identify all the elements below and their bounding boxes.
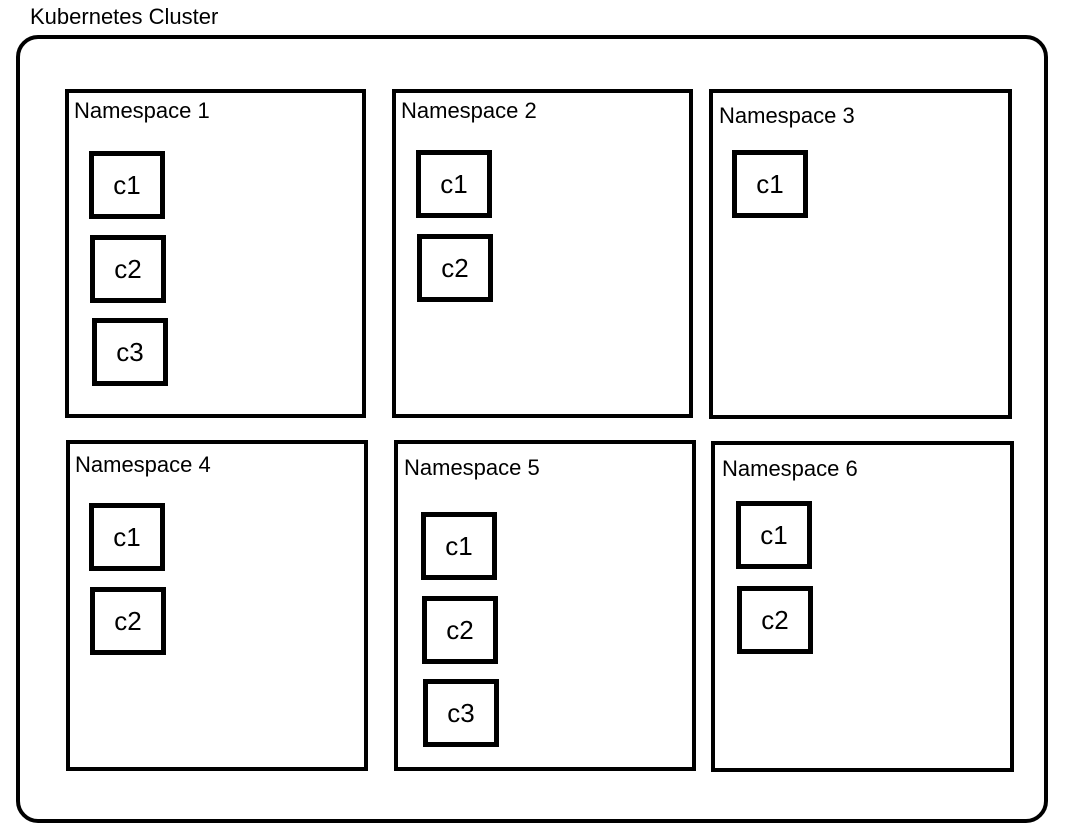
cluster-title: Kubernetes Cluster (30, 4, 219, 29)
namespace-3-label: Namespace 3 (719, 103, 855, 128)
namespace-1-container-c3: c3 (92, 318, 168, 386)
namespace-3-container-c1: c1 (732, 150, 808, 218)
namespace-2-container-c2: c2 (417, 234, 493, 302)
namespace-5-container-c2: c2 (422, 596, 498, 664)
namespace-5-label: Namespace 5 (404, 455, 540, 480)
namespace-3-box: Namespace 3 c1 (709, 89, 1012, 419)
namespace-5-container-c3: c3 (423, 679, 499, 747)
namespace-1-box: Namespace 1 c1 c2 c3 (65, 89, 366, 418)
namespace-2-container-c1: c1 (416, 150, 492, 218)
namespace-6-container-c2: c2 (737, 586, 813, 654)
namespace-4-container-c2: c2 (90, 587, 166, 655)
namespace-1-label: Namespace 1 (74, 98, 210, 123)
namespace-5-container-c1: c1 (421, 512, 497, 580)
namespace-6-box: Namespace 6 c1 c2 (711, 441, 1014, 772)
namespace-1-container-c1: c1 (89, 151, 165, 219)
namespace-4-container-c1: c1 (89, 503, 165, 571)
namespace-4-label: Namespace 4 (75, 452, 211, 477)
namespace-2-box: Namespace 2 c1 c2 (392, 89, 693, 418)
namespace-6-label: Namespace 6 (722, 456, 858, 481)
namespace-5-box: Namespace 5 c1 c2 c3 (394, 440, 696, 771)
namespace-2-label: Namespace 2 (401, 98, 537, 123)
namespace-6-container-c1: c1 (736, 501, 812, 569)
namespace-4-box: Namespace 4 c1 c2 (66, 440, 368, 771)
namespace-1-container-c2: c2 (90, 235, 166, 303)
